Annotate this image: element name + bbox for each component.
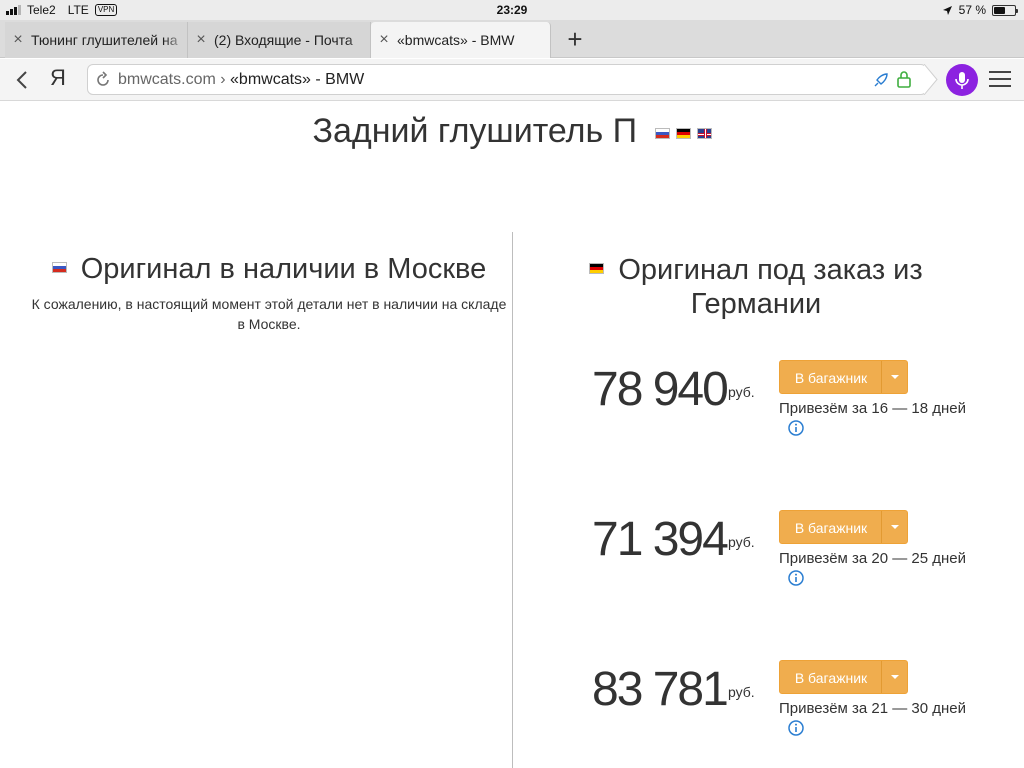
close-tab-icon[interactable]: ×	[5, 31, 31, 49]
germany-heading: Оригинал под заказ из Германии	[586, 253, 926, 321]
close-tab-icon[interactable]: ×	[188, 31, 214, 49]
info-icon[interactable]	[788, 720, 804, 736]
tab-2-active[interactable]: × «bmwcats» - BMW	[371, 22, 551, 58]
offer-currency: руб.	[728, 534, 755, 550]
add-to-cart-button[interactable]: В багажник	[779, 360, 908, 394]
tab-bar: × Тюнинг глушителей на × (2) Входящие - …	[0, 20, 1024, 58]
add-to-cart-button[interactable]: В багажник	[779, 510, 908, 544]
offer-price: 71 394	[592, 513, 729, 566]
offer-1: 78 940 руб. В багажник Привезём за 16 — …	[592, 360, 992, 450]
tab-title: «bmwcats» - BMW	[397, 32, 515, 48]
offer-currency: руб.	[728, 384, 755, 400]
alice-voice-button[interactable]	[946, 64, 978, 96]
url-text: bmwcats.com › «bmwcats» - BMW	[118, 71, 364, 89]
page-title: Задний глушитель П	[0, 112, 1024, 151]
russian-flag-icon[interactable]	[654, 127, 670, 139]
add-to-cart-label: В багажник	[794, 370, 868, 386]
add-to-cart-button[interactable]: В багажник	[779, 660, 908, 694]
offer-price: 78 940	[592, 363, 729, 416]
lock-icon[interactable]	[896, 70, 912, 88]
moscow-heading: Оригинал в наличии в Москве	[30, 252, 508, 286]
delivery-time: Привезём за 16 — 18 дней	[779, 400, 967, 417]
location-arrow-icon	[942, 5, 952, 15]
address-bar[interactable]: bmwcats.com › «bmwcats» - BMW	[87, 64, 938, 95]
battery-icon	[992, 4, 1018, 16]
german-flag-icon	[589, 262, 605, 274]
moscow-section: Оригинал в наличии в Москве К сожалению,…	[30, 252, 508, 334]
tab-title: (2) Входящие - Почта	[214, 32, 353, 48]
british-flag-icon[interactable]	[696, 127, 712, 139]
status-bar: Tele2 LTE VPN 23:29 57 %	[0, 0, 1024, 20]
turbo-rocket-icon[interactable]	[872, 71, 890, 89]
moscow-unavailable-text: К сожалению, в настоящий момент этой дет…	[31, 296, 507, 332]
info-icon[interactable]	[788, 570, 804, 586]
cart-dropdown-caret-icon[interactable]	[881, 661, 907, 693]
microphone-icon	[955, 72, 969, 89]
add-to-cart-label: В багажник	[794, 670, 868, 686]
close-tab-icon[interactable]: ×	[371, 31, 397, 49]
back-arrow-icon[interactable]	[8, 65, 36, 95]
info-icon[interactable]	[788, 420, 804, 436]
column-divider	[512, 232, 513, 768]
new-tab-button[interactable]: +	[560, 20, 590, 58]
delivery-time: Привезём за 20 — 25 дней	[779, 550, 967, 567]
url-host: bmwcats.com ›	[118, 71, 226, 88]
hamburger-menu-icon[interactable]	[989, 71, 1011, 89]
offer-price: 83 781	[592, 663, 729, 716]
russian-flag-icon	[51, 261, 67, 273]
yandex-logo[interactable]: Я	[50, 65, 66, 91]
clock: 23:29	[496, 3, 528, 17]
delivery-time: Привезём за 21 — 30 дней	[779, 700, 967, 717]
address-bar-arrow-icon	[924, 64, 938, 95]
add-to-cart-label: В багажник	[794, 520, 868, 536]
battery-percent: 57 %	[958, 3, 986, 17]
tab-1[interactable]: × (2) Входящие - Почта	[188, 22, 371, 58]
german-flag-icon[interactable]	[675, 127, 691, 139]
status-right: 57 %	[942, 3, 1018, 17]
page-title-text: Задний глушитель П	[312, 112, 638, 150]
offer-2: 71 394 руб. В багажник Привезём за 20 — …	[592, 510, 992, 600]
browser-toolbar: Я bmwcats.com › «bmwcats» - BMW	[0, 59, 1024, 101]
language-switcher	[654, 127, 712, 139]
cart-dropdown-caret-icon[interactable]	[881, 511, 907, 543]
tab-title: Тюнинг глушителей на	[31, 32, 178, 48]
moscow-heading-text: Оригинал в наличии в Москве	[80, 253, 487, 285]
germany-heading-text: Оригинал под заказ из Германии	[618, 254, 923, 320]
offer-3: 83 781 руб. В багажник Привезём за 21 — …	[592, 660, 992, 750]
url-page-title: «bmwcats» - BMW	[230, 71, 365, 88]
cart-dropdown-caret-icon[interactable]	[881, 361, 907, 393]
tab-0[interactable]: × Тюнинг глушителей на	[5, 22, 188, 58]
reload-icon[interactable]	[94, 71, 112, 89]
offer-currency: руб.	[728, 684, 755, 700]
